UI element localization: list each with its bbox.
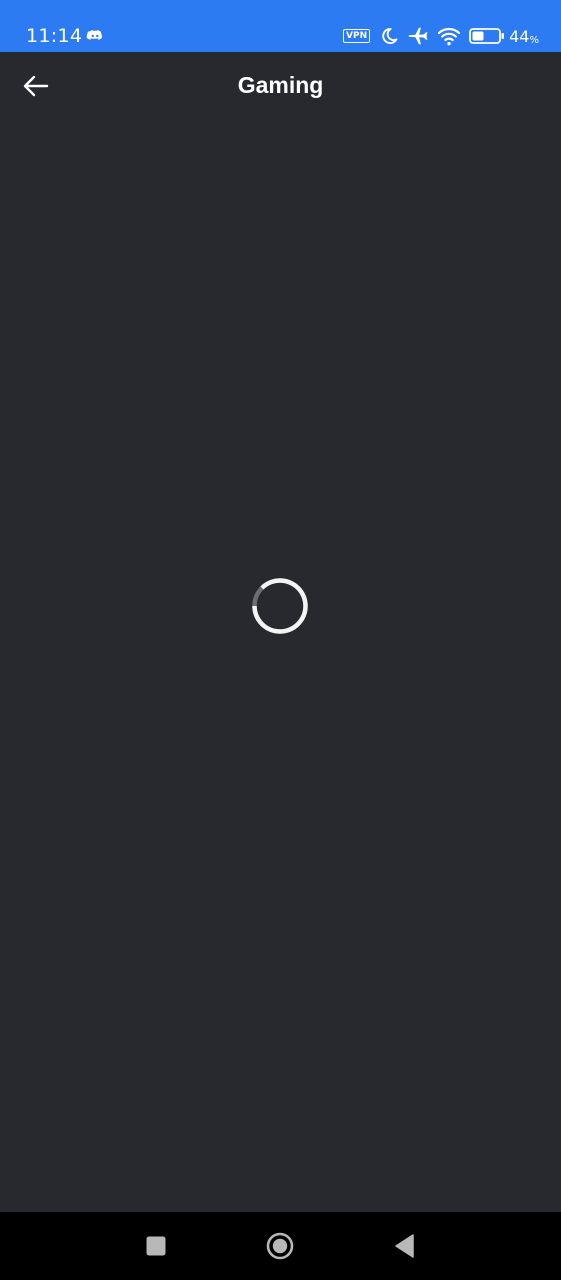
page-title: Gaming bbox=[237, 72, 324, 98]
app-header: Gaming bbox=[0, 52, 561, 118]
vpn-badge: VPN bbox=[343, 29, 371, 43]
system-nav-bar bbox=[0, 1212, 561, 1280]
triangle-back-icon bbox=[395, 1234, 414, 1258]
phone-screen: 11:14 VPN 44% Gaming bbox=[0, 0, 561, 1280]
circle-icon bbox=[266, 1232, 294, 1260]
do-not-disturb-moon-icon bbox=[382, 27, 398, 44]
battery-percentage: 44% bbox=[509, 27, 539, 46]
square-icon bbox=[146, 1236, 166, 1256]
recents-button[interactable] bbox=[136, 1228, 176, 1264]
airplane-mode-icon bbox=[408, 27, 428, 45]
loading-spinner-icon bbox=[252, 578, 308, 634]
home-button[interactable] bbox=[260, 1228, 300, 1264]
battery-icon bbox=[469, 28, 505, 44]
wifi-icon bbox=[438, 27, 461, 46]
status-bar: 11:14 VPN 44% bbox=[0, 0, 561, 52]
battery-unit: % bbox=[529, 34, 539, 46]
status-icons: VPN 44% bbox=[343, 23, 539, 49]
app-content: Gaming bbox=[0, 52, 561, 1212]
status-time: 11:14 bbox=[26, 25, 83, 47]
back-nav-button[interactable] bbox=[384, 1228, 424, 1264]
battery-value: 44 bbox=[509, 26, 530, 46]
discord-icon bbox=[86, 30, 102, 40]
